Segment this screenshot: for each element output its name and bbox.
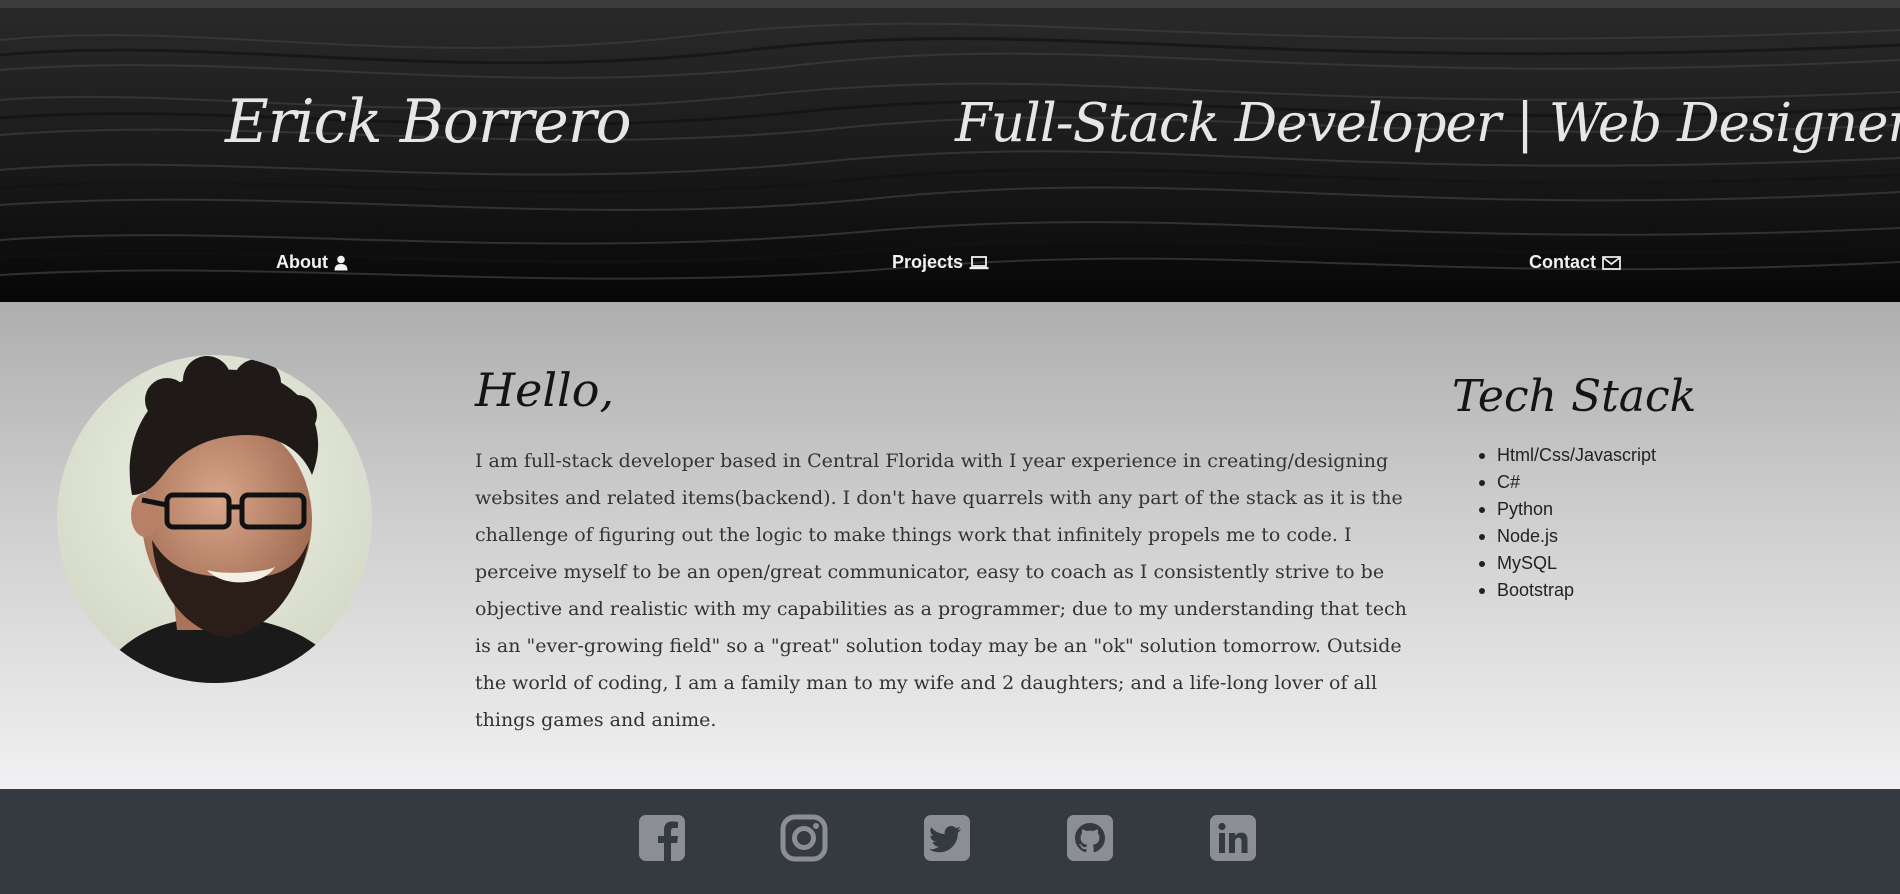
- tech-stack-list: Html/Css/Javascript C# Python Node.js My…: [1478, 442, 1656, 604]
- top-strip: [0, 0, 1900, 8]
- nav-about-link[interactable]: About: [276, 252, 348, 273]
- greeting-heading: Hello,: [475, 363, 615, 417]
- facebook-icon[interactable]: [638, 814, 686, 862]
- tech-stack-item: Html/Css/Javascript: [1478, 442, 1656, 469]
- github-icon[interactable]: [1066, 814, 1114, 862]
- instagram-icon[interactable]: [780, 814, 828, 862]
- tech-stack-item: Node.js: [1478, 523, 1656, 550]
- user-icon: [334, 255, 348, 271]
- tech-stack-item: C#: [1478, 469, 1656, 496]
- tech-stack-item: Bootstrap: [1478, 577, 1656, 604]
- nav-projects-label: Projects: [892, 252, 964, 272]
- site-name: Erick Borrero: [225, 87, 632, 157]
- nav-contact-label: Contact: [1529, 252, 1596, 272]
- envelope-icon: [1602, 255, 1621, 270]
- about-section: Hello, I am full-stack developer based i…: [0, 302, 1900, 789]
- nav-about-label: About: [276, 252, 328, 272]
- site-tagline: Full-Stack Developer | Web Designer: [955, 93, 1900, 154]
- tech-stack-item: MySQL: [1478, 550, 1656, 577]
- nav-projects-link[interactable]: Projects: [892, 252, 989, 273]
- laptop-icon: [969, 255, 989, 270]
- nav-contact-link[interactable]: Contact: [1529, 252, 1621, 273]
- linkedin-icon[interactable]: [1209, 814, 1257, 862]
- main-nav: About Projects Contact: [0, 252, 1900, 276]
- twitter-icon[interactable]: [923, 814, 971, 862]
- site-header: Erick Borrero Full-Stack Developer | Web…: [0, 0, 1900, 302]
- tech-stack-heading: Tech Stack: [1452, 371, 1697, 422]
- about-paragraph: I am full-stack developer based in Centr…: [475, 450, 1407, 731]
- site-footer: [0, 789, 1900, 894]
- profile-photo: [57, 355, 372, 683]
- tech-stack-item: Python: [1478, 496, 1656, 523]
